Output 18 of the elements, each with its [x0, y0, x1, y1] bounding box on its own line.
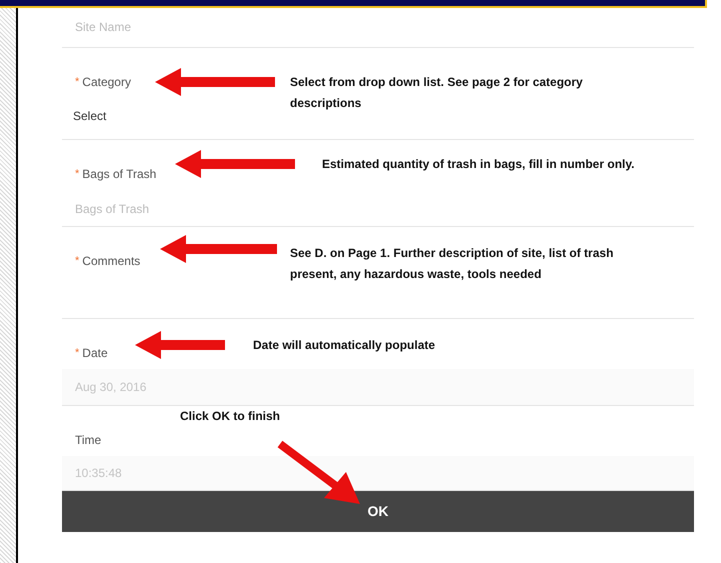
- required-mark: *: [75, 74, 80, 90]
- arrow-icon: [276, 440, 362, 506]
- ok-button[interactable]: OK: [62, 491, 694, 532]
- select-field[interactable]: Select: [73, 107, 106, 125]
- arrow-icon: [135, 331, 225, 359]
- required-mark: *: [75, 166, 80, 182]
- arrow-icon: [155, 68, 275, 96]
- field-label: Comments: [82, 253, 140, 270]
- input-field[interactable]: Bags of Trash: [75, 200, 375, 218]
- arrow-icon: [175, 150, 295, 178]
- input-field[interactable]: Site Name: [75, 18, 375, 36]
- arrow-icon: [160, 235, 277, 263]
- field-label: Date: [82, 345, 108, 362]
- required-mark: *: [75, 346, 80, 361]
- field-label: Bags of Trash: [82, 166, 156, 183]
- field-label: Category: [82, 74, 131, 91]
- field-label: Time: [75, 432, 102, 449]
- required-mark: *: [75, 254, 80, 269]
